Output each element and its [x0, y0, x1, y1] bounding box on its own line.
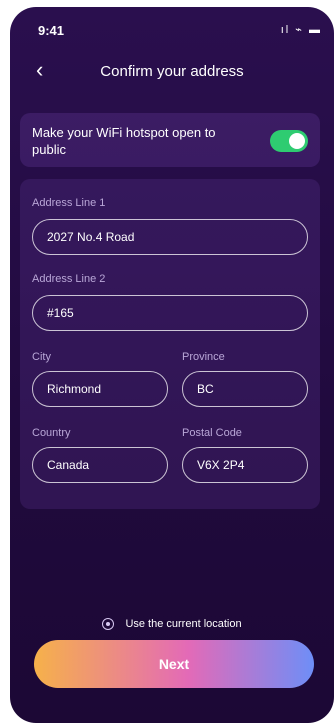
header: ‹ Confirm your address [10, 51, 334, 91]
status-time: 9:41 [38, 23, 65, 38]
use-location-label: Use the current location [125, 618, 242, 630]
status-icons: ıl ⌁ ▬ [280, 24, 322, 36]
location-icon [102, 618, 115, 631]
country-input[interactable]: Canada [32, 447, 168, 483]
hotspot-card: Make your WiFi hotspot open to public [20, 113, 320, 167]
status-bar: 9:41 ıl ⌁ ▬ [10, 7, 334, 51]
address-line2-input[interactable]: #165 [32, 295, 308, 331]
province-label: Province [182, 351, 225, 363]
address-line1-label: Address Line 1 [32, 197, 106, 209]
next-button[interactable]: Next [34, 640, 314, 688]
postal-code-label: Postal Code [182, 427, 242, 439]
hotspot-text: Make your WiFi hotspot open to public [32, 125, 216, 157]
city-label: City [32, 351, 51, 363]
use-location-link[interactable]: Use the current location [10, 618, 334, 631]
address-line1-input[interactable]: 2027 No.4 Road [32, 219, 308, 255]
province-input[interactable]: BC [182, 371, 308, 407]
toggle-knob [289, 133, 305, 149]
address-line2-label: Address Line 2 [32, 273, 106, 285]
country-label: Country [32, 427, 71, 439]
hotspot-toggle[interactable] [270, 130, 308, 152]
page-title: Confirm your address [100, 63, 244, 80]
phone-screen: 9:41 ıl ⌁ ▬ ‹ Confirm your address Make … [10, 7, 334, 723]
city-input[interactable]: Richmond [32, 371, 168, 407]
postal-code-input[interactable]: V6X 2P4 [182, 447, 308, 483]
address-form-card: Address Line 1 2027 No.4 Road Address Li… [20, 179, 320, 509]
